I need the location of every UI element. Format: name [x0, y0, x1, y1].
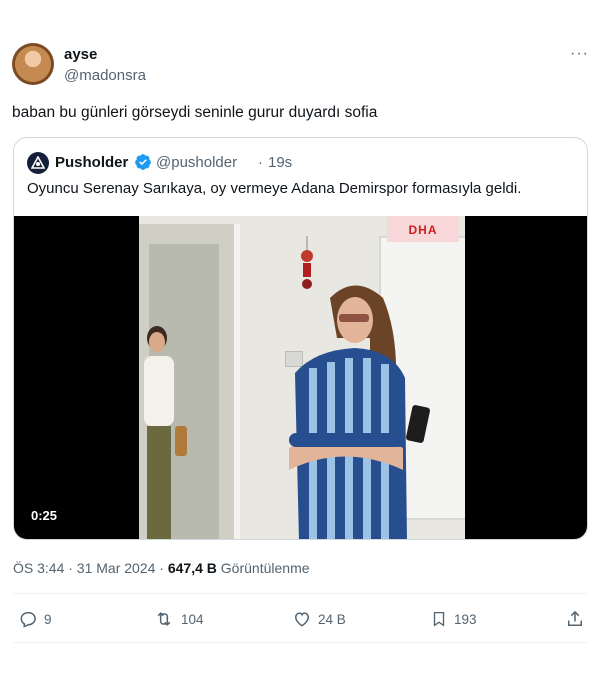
quote-avatar[interactable] [27, 152, 49, 174]
quoted-tweet[interactable]: Pusholder @pusholder · 19s Oyuncu Serena… [13, 137, 588, 540]
woman-in-jersey [289, 285, 407, 539]
video-duration: 0:25 [26, 506, 63, 525]
views-label: Görüntülenme [220, 560, 310, 576]
tweet-text: baban bu günleri görseydi seninle gurur … [12, 104, 378, 121]
reply-button[interactable]: 9 [18, 608, 52, 630]
quote-handle[interactable]: @pusholder [156, 154, 237, 171]
timestamp[interactable]: ÖS 3:44 · 31 Mar 2024 · [13, 560, 164, 576]
retweet-count: 104 [181, 611, 204, 627]
reply-icon [20, 612, 36, 628]
video-frame: DHA [139, 216, 465, 539]
quote-display-name[interactable]: Pusholder [55, 154, 128, 171]
tweet: ayse @madonsra ··· baban bu günleri görs… [0, 0, 600, 680]
share-button[interactable] [565, 608, 591, 630]
quote-time[interactable]: 19s [268, 154, 292, 171]
divider [13, 642, 588, 643]
avatar[interactable] [12, 43, 54, 85]
views-count: 647,4 B [167, 560, 217, 576]
display-name[interactable]: ayse [64, 46, 97, 63]
like-count: 24 B [318, 611, 346, 627]
bookmark-button[interactable]: 193 [430, 608, 477, 630]
quote-separator: · [258, 154, 263, 171]
reply-count: 9 [44, 611, 52, 627]
share-icon [568, 610, 582, 626]
video-player[interactable]: DHA 0:25 [14, 216, 587, 539]
bookmark-count: 193 [454, 611, 477, 627]
more-options-icon[interactable]: ··· [570, 45, 589, 63]
bookmark-icon [433, 611, 445, 627]
heart-icon [294, 612, 310, 627]
background-person [144, 326, 187, 539]
quote-text: Oyuncu Serenay Sarıkaya, oy vermeye Adan… [27, 180, 522, 197]
verified-badge-icon [135, 154, 151, 170]
handle[interactable]: @madonsra [64, 67, 146, 84]
retweet-icon [157, 612, 171, 626]
dha-watermark: DHA [387, 216, 459, 242]
divider [13, 593, 588, 594]
like-button[interactable]: 24 B [292, 608, 346, 630]
retweet-button[interactable]: 104 [153, 608, 204, 630]
pusholder-logo-icon [31, 156, 45, 169]
tweet-meta: ÖS 3:44 · 31 Mar 2024 · 647,4 B Görüntül… [13, 560, 310, 576]
